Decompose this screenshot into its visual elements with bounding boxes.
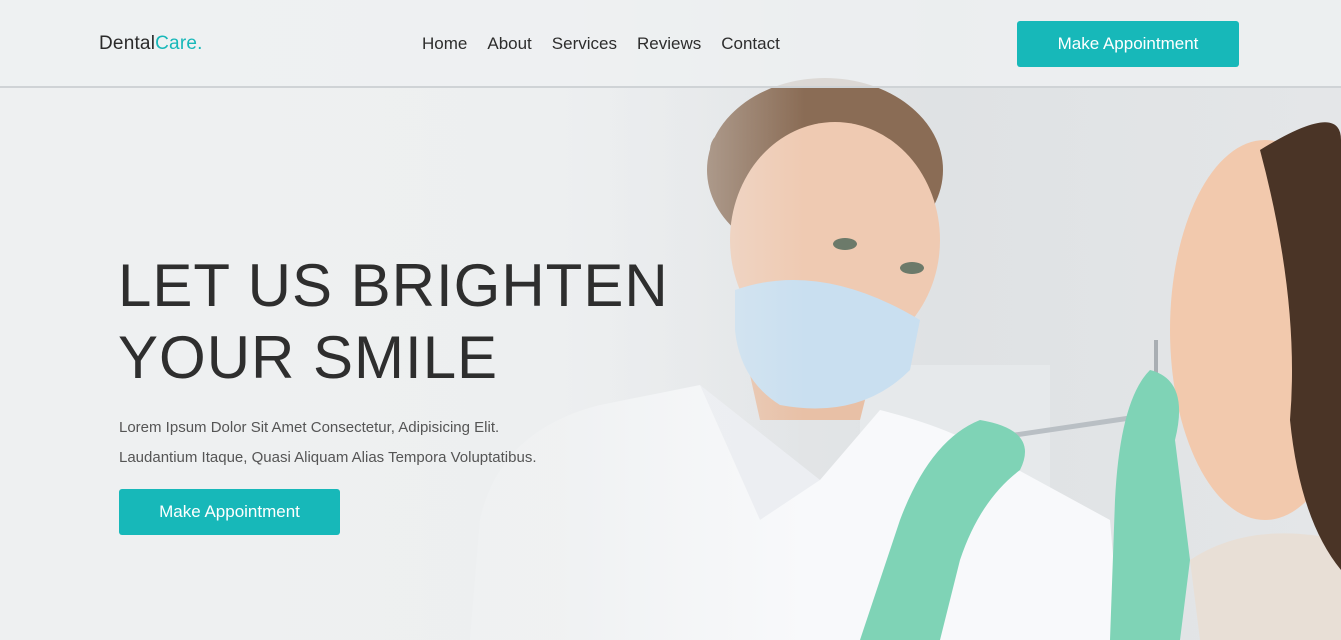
main-nav: Home About Services Reviews Contact [422,34,800,54]
hero-title-line-1: LET US BRIGHTEN [118,252,669,319]
logo[interactable]: DentalCare. [99,33,203,55]
nav-home[interactable]: Home [422,34,467,54]
nav-services[interactable]: Services [552,34,617,54]
header-make-appointment-button[interactable]: Make Appointment [1017,21,1239,67]
hero-title: LET US BRIGHTEN YOUR SMILE [118,250,678,394]
hero-description: Lorem Ipsum Dolor Sit Amet Consectetur, … [119,413,639,473]
nav-contact[interactable]: Contact [721,34,780,54]
logo-main-text: Dental [99,33,156,54]
site-header: DentalCare. Home About Services Reviews … [0,0,1341,88]
logo-accent-text: Care. [155,33,203,54]
hero-make-appointment-button[interactable]: Make Appointment [119,489,340,535]
hero-description-line-2: Laudantium Itaque, Quasi Aliquam Alias T… [119,449,537,466]
hero-title-line-2: YOUR SMILE [118,324,499,391]
nav-about[interactable]: About [487,34,531,54]
hero-description-line-1: Lorem Ipsum Dolor Sit Amet Consectetur, … [119,419,500,436]
nav-reviews[interactable]: Reviews [637,34,701,54]
